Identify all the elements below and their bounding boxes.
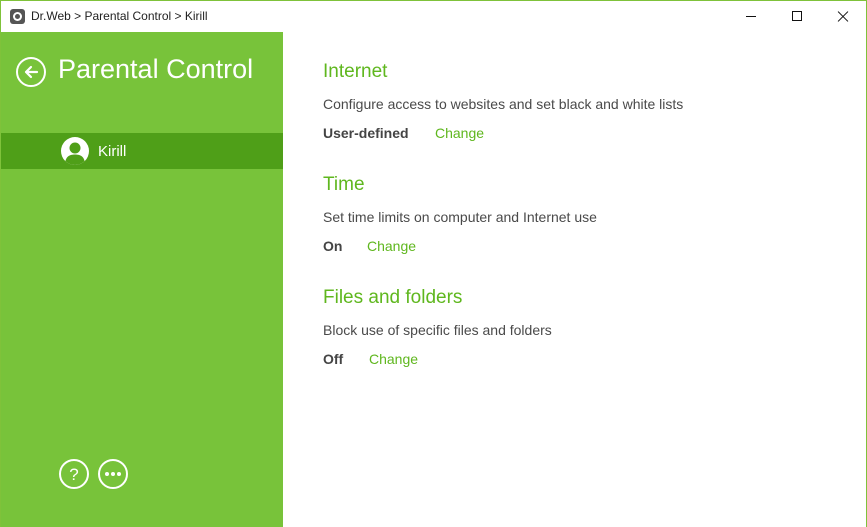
time-section: Time Set time limits on computer and Int… xyxy=(323,174,843,256)
help-button[interactable]: ? xyxy=(59,459,89,489)
status-value: Off xyxy=(323,351,344,367)
sidebar-item-user[interactable]: Kirill xyxy=(1,133,283,169)
internet-section: Internet Configure access to websites an… xyxy=(323,61,843,143)
sidebar-title: Parental Control xyxy=(58,54,254,84)
maximize-button[interactable] xyxy=(774,1,820,32)
user-avatar-icon xyxy=(61,137,89,165)
minimize-button[interactable] xyxy=(728,1,774,32)
drweb-app-icon xyxy=(10,9,25,24)
more-options-button[interactable] xyxy=(98,459,128,489)
status-value: User-defined xyxy=(323,125,409,141)
arrow-left-icon xyxy=(24,65,39,79)
window-title: Dr.Web > Parental Control > Kirill xyxy=(31,9,208,23)
status-value: On xyxy=(323,238,343,254)
section-status-row: Off Change xyxy=(323,351,843,369)
files-folders-section: Files and folders Block use of specific … xyxy=(323,287,843,369)
section-title: Files and folders xyxy=(323,287,463,308)
time-change-link[interactable]: Change xyxy=(367,238,416,254)
files-change-link[interactable]: Change xyxy=(369,351,418,367)
ellipsis-icon xyxy=(105,472,121,476)
section-description: Set time limits on computer and Internet… xyxy=(323,209,597,225)
sidebar: Parental Control Kirill ? xyxy=(1,32,283,527)
section-title: Internet xyxy=(323,61,388,82)
internet-change-link[interactable]: Change xyxy=(435,125,484,141)
back-button[interactable] xyxy=(16,57,46,87)
section-status-row: User-defined Change xyxy=(323,125,843,143)
sidebar-item-label: Kirill xyxy=(98,143,127,160)
section-description: Block use of specific files and folders xyxy=(323,322,552,338)
section-title: Time xyxy=(323,174,365,195)
close-button[interactable] xyxy=(820,1,866,32)
app-window: Dr.Web > Parental Control > Kirill Paren… xyxy=(0,0,867,527)
question-mark-icon: ? xyxy=(69,465,79,484)
section-description: Configure access to websites and set bla… xyxy=(323,96,684,112)
title-bar[interactable]: Dr.Web > Parental Control > Kirill xyxy=(1,1,866,32)
main-content: Internet Configure access to websites an… xyxy=(283,32,866,527)
section-status-row: On Change xyxy=(323,238,843,256)
